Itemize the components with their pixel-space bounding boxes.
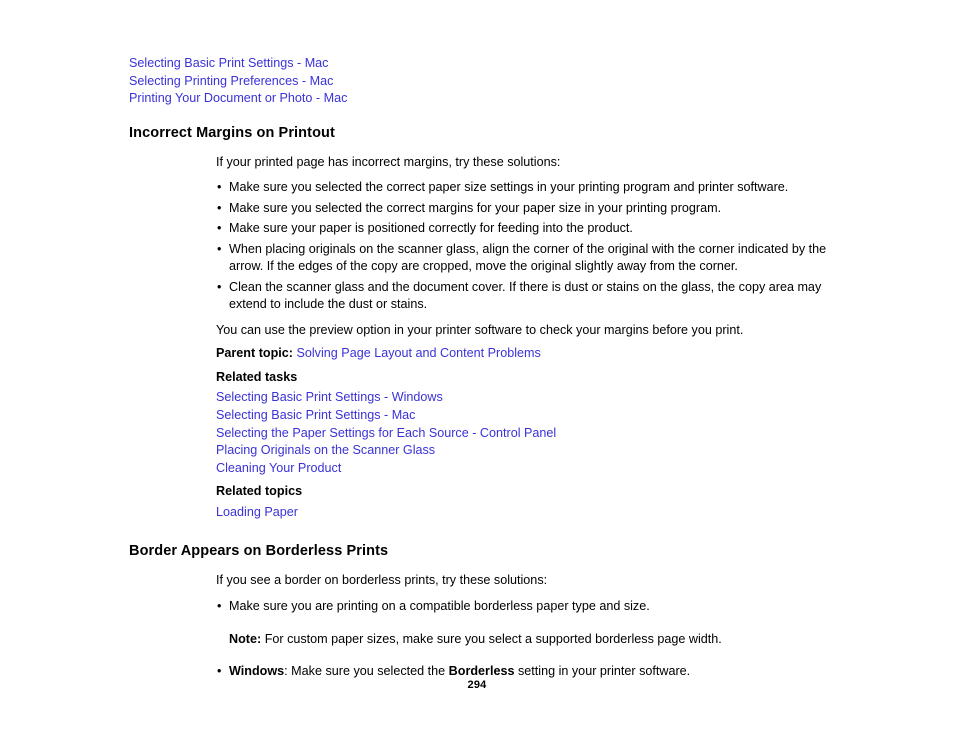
list-item-text-part2: setting in your printer software.: [514, 663, 691, 678]
top-links-block: Selecting Basic Print Settings - Mac Sel…: [129, 55, 742, 108]
bullet-marker-icon: •: [217, 180, 222, 195]
bullet-marker-icon: •: [217, 221, 222, 236]
borderless-note: Note: For custom paper sizes, make sure …: [216, 631, 829, 649]
list-item-text: Make sure you are printing on a compatib…: [229, 598, 650, 613]
related-topics-label: Related topics: [216, 484, 303, 499]
list-item: • Make sure you selected the correct pape…: [216, 179, 829, 197]
related-tasks-label: Related tasks: [216, 369, 298, 384]
margins-bullet-list: • Make sure you selected the correct pape…: [216, 179, 829, 314]
section-borderless-body: If you see a border on borderless prints…: [216, 572, 829, 680]
heading-border-appears-on-borderless-prints: Border Appears on Borderless Prints: [129, 543, 389, 560]
link-printing-your-document-or-photo-mac[interactable]: Printing Your Document or Photo - Mac: [129, 90, 742, 108]
related-topics-links: Loading Paper: [216, 504, 829, 522]
bullet-marker-icon: •: [217, 663, 222, 678]
list-item: • Clean the scanner glass and the documen…: [216, 279, 829, 314]
platform-label-windows: Windows: [229, 663, 285, 678]
margins-intro-text: If your printed page has incorrect margi…: [216, 154, 561, 169]
bullet-marker-icon: •: [217, 200, 222, 215]
page-number: 294: [467, 679, 487, 691]
link-loading-paper[interactable]: Loading Paper: [216, 504, 829, 522]
link-solving-page-layout-and-content-problems[interactable]: Solving Page Layout and Content Problems: [296, 346, 540, 360]
list-item-text: Make sure you selected the correct paper…: [229, 180, 789, 195]
list-item: • Make sure your paper is positioned corr…: [216, 220, 829, 238]
list-item-text: Make sure your paper is positioned corre…: [229, 221, 633, 236]
list-item-text: Make sure you selected the correct margi…: [229, 200, 722, 215]
list-item: • Windows: Make sure you selected the Bor…: [216, 663, 829, 681]
borderless-intro-text: If you see a border on borderless prints…: [216, 573, 548, 588]
link-selecting-basic-print-settings-windows[interactable]: Selecting Basic Print Settings - Windows: [216, 389, 829, 407]
borderless-bullet-list: • Make sure you are printing on a compati…: [216, 598, 829, 681]
bullet-marker-icon: •: [217, 598, 222, 613]
document-page: Selecting Basic Print Settings - Mac Sel…: [0, 0, 954, 738]
heading-incorrect-margins-on-printout: Incorrect Margins on Printout: [129, 124, 335, 141]
list-item-text: When placing originals on the scanner gl…: [229, 241, 827, 274]
parent-topic-label: Parent topic:: [216, 346, 293, 361]
link-selecting-basic-print-settings-mac[interactable]: Selecting Basic Print Settings - Mac: [129, 55, 742, 73]
parent-topic-line: Parent topic: Solving Page Layout and Co…: [216, 345, 829, 363]
page-content: Selecting Basic Print Settings - Mac Sel…: [129, 55, 829, 680]
link-placing-originals-on-the-scanner-glass[interactable]: Placing Originals on the Scanner Glass: [216, 442, 829, 460]
link-selecting-printing-preferences-mac[interactable]: Selecting Printing Preferences - Mac: [129, 73, 742, 91]
bullet-marker-icon: •: [217, 279, 222, 294]
margins-closing-text: You can use the preview option in your p…: [216, 322, 744, 337]
setting-name-borderless: Borderless: [448, 663, 515, 678]
list-item-text: Windows: Make sure you selected the Bord…: [229, 664, 690, 678]
link-selecting-the-paper-settings-for-each-source-control-panel[interactable]: Selecting the Paper Settings for Each So…: [216, 425, 829, 443]
list-item: • Make sure you are printing on a compati…: [216, 598, 829, 616]
related-tasks-links: Selecting Basic Print Settings - Windows…: [216, 389, 829, 477]
section-margins-body: If your printed page has incorrect margi…: [216, 154, 829, 522]
list-item-text: Clean the scanner glass and the document…: [229, 279, 822, 312]
link-cleaning-your-product[interactable]: Cleaning Your Product: [216, 460, 829, 478]
note-label: Note:: [229, 632, 262, 647]
list-item: • Make sure you selected the correct marg…: [216, 200, 829, 218]
list-item-text-part1: : Make sure you selected the: [284, 663, 449, 678]
list-item: • When placing originals on the scanner g…: [216, 241, 829, 276]
note-text: For custom paper sizes, make sure you se…: [264, 632, 722, 647]
bullet-marker-icon: •: [217, 241, 222, 256]
link-selecting-basic-print-settings-mac[interactable]: Selecting Basic Print Settings - Mac: [216, 407, 829, 425]
